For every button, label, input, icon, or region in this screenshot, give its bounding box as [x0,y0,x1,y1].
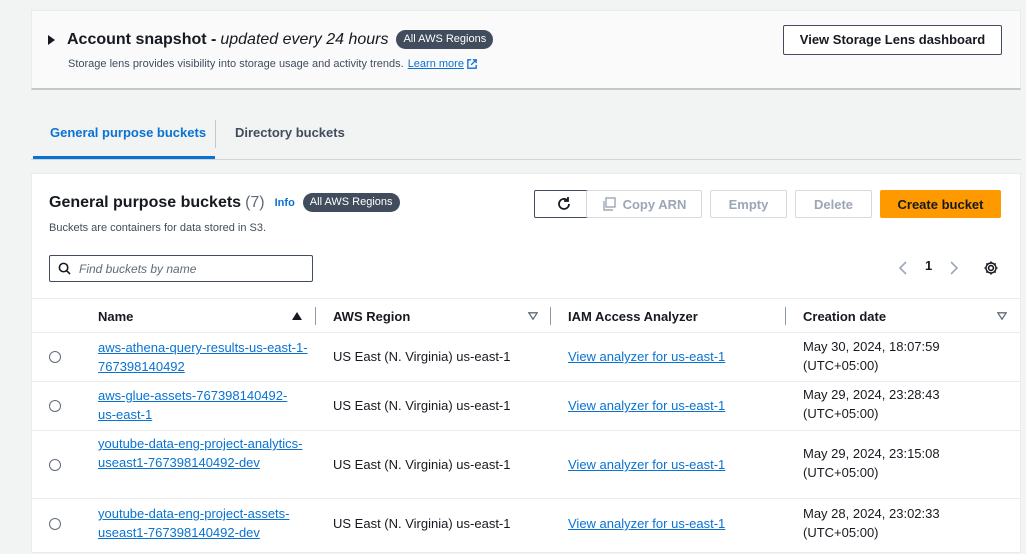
copy-arn-label: Copy ARN [622,196,687,212]
row-select-radio[interactable] [49,400,61,412]
active-tab-indicator [33,156,215,159]
tab-general-purpose-buckets[interactable]: General purpose buckets [50,125,206,140]
snapshot-subtitle: updated every 24 hours [220,30,389,48]
table-row[interactable]: youtube-data-eng-project-assets-useast1-… [32,499,1020,554]
bucket-name-link[interactable]: youtube-data-eng-project-analytics-useas… [98,434,303,472]
previous-page-icon[interactable] [898,261,908,275]
bucket-region: US East (N. Virginia) us-east-1 [333,398,511,413]
snapshot-description: Storage lens provides visibility into st… [68,58,404,70]
account-snapshot-panel: Account snapshot - updated every 24 hour… [31,10,1021,90]
column-header-analyzer: IAM Access Analyzer [568,309,698,324]
column-header-name[interactable]: Name [98,309,133,324]
search-box[interactable] [49,255,313,282]
bucket-count: (7) [245,193,265,211]
next-page-icon[interactable] [949,261,959,275]
table-header: Name AWS Region IAM Access Analyzer Crea… [32,298,1020,333]
table-row[interactable]: youtube-data-eng-project-analytics-useas… [32,431,1020,499]
snapshot-title: Account snapshot - [67,30,217,48]
current-page[interactable]: 1 [925,258,932,273]
table-row[interactable]: aws-athena-query-results-us-east-1-76739… [32,333,1020,382]
bucket-region: US East (N. Virginia) us-east-1 [333,516,511,531]
snapshot-regions-badge: All AWS Regions [396,30,494,49]
create-bucket-button[interactable]: Create bucket [880,190,1001,218]
search-icon [58,262,71,275]
column-resizer[interactable] [550,307,551,325]
view-analyzer-link[interactable]: View analyzer for us-east-1 [568,514,725,533]
search-input[interactable] [77,260,301,277]
settings-gear-icon[interactable] [983,260,999,276]
panel-description: Buckets are containers for data stored i… [49,222,267,234]
row-select-radio[interactable] [49,351,61,363]
delete-button[interactable]: Delete [795,190,872,218]
external-link-icon[interactable] [467,59,477,69]
bucket-name-link[interactable]: aws-glue-assets-767398140492-us-east-1 [98,386,293,424]
empty-button[interactable]: Empty [710,190,787,218]
view-analyzer-link[interactable]: View analyzer for us-east-1 [568,347,725,366]
refresh-icon [558,197,570,210]
sort-ascending-icon[interactable] [292,312,302,320]
creation-date: May 28, 2024, 23:02:33 (UTC+05:00) [803,506,940,540]
creation-date: May 29, 2024, 23:28:43 (UTC+05:00) [803,387,940,421]
view-storage-lens-dashboard-button[interactable]: View Storage Lens dashboard [783,25,1002,55]
copy-arn-button[interactable]: Copy ARN [586,190,702,218]
creation-date: May 29, 2024, 23:15:08 (UTC+05:00) [803,446,940,480]
view-analyzer-link[interactable]: View analyzer for us-east-1 [568,396,725,415]
table-row[interactable]: aws-glue-assets-767398140492-us-east-1 U… [32,382,1020,431]
sort-unsorted-icon[interactable] [997,312,1007,320]
tab-directory-buckets[interactable]: Directory buckets [235,125,345,140]
bucket-name-link[interactable]: aws-athena-query-results-us-east-1-76739… [98,338,308,376]
row-select-radio[interactable] [49,518,61,530]
general-purpose-buckets-panel: General purpose buckets (7) Info All AWS… [31,173,1021,553]
panel-title: General purpose buckets [49,193,242,211]
bucket-name-link[interactable]: youtube-data-eng-project-assets-useast1-… [98,504,298,542]
row-select-radio[interactable] [49,459,61,471]
copy-icon [602,197,616,211]
account-snapshot-toggle[interactable]: Account snapshot - updated every 24 hour… [48,30,494,49]
view-analyzer-link[interactable]: View analyzer for us-east-1 [568,455,725,474]
panel-regions-badge: All AWS Regions [302,193,400,212]
bucket-region: US East (N. Virginia) us-east-1 [333,457,511,472]
snapshot-description-row: Storage lens provides visibility into st… [68,58,477,70]
panel-header: General purpose buckets (7) Info All AWS… [49,193,400,212]
bucket-tabs: General purpose buckets Directory bucket… [31,112,1021,160]
column-header-region[interactable]: AWS Region [333,309,410,324]
creation-date: May 30, 2024, 18:07:59 (UTC+05:00) [803,339,940,373]
caret-right-icon[interactable] [48,34,55,45]
tab-divider [215,120,216,148]
sort-unsorted-icon[interactable] [528,312,538,320]
learn-more-link[interactable]: Learn more [408,58,464,70]
column-resizer[interactable] [785,307,786,325]
refresh-button[interactable] [534,190,594,218]
info-link[interactable]: Info [275,197,295,209]
column-header-creation-date[interactable]: Creation date [803,309,886,324]
column-resizer[interactable] [315,307,316,325]
bucket-region: US East (N. Virginia) us-east-1 [333,349,511,364]
